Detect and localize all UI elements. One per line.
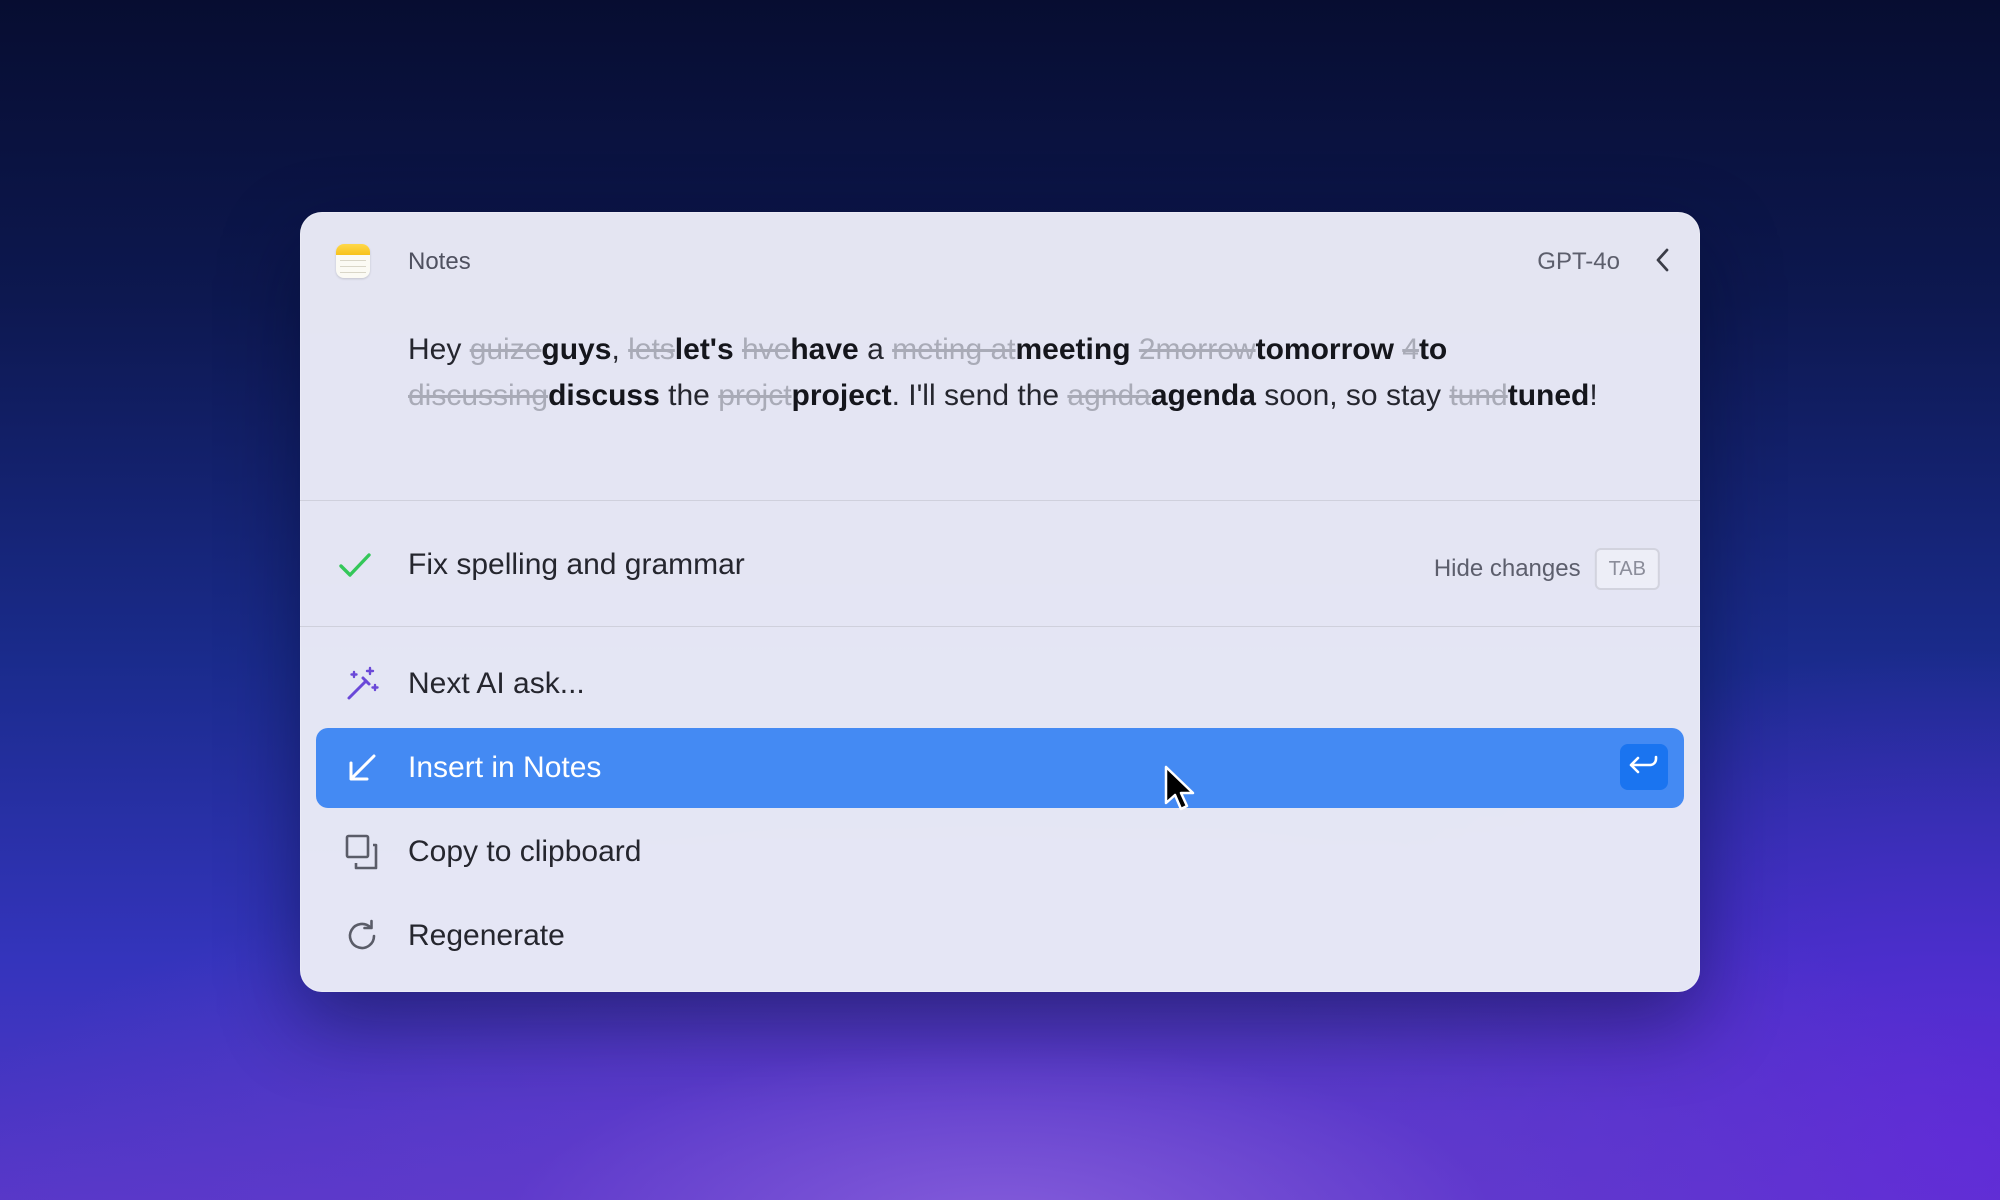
applied-action-row: Fix spelling and grammar Hide changes TA…	[300, 502, 1700, 626]
inserted-text: tomorrow	[1255, 333, 1394, 366]
notes-app-icon	[336, 244, 370, 278]
divider	[300, 500, 1700, 501]
return-icon	[1629, 755, 1658, 774]
menu-item-label: Regenerate	[408, 919, 565, 952]
inserted-text: project	[791, 379, 892, 412]
deleted-text: projct	[718, 379, 792, 412]
copy-to-clipboard-item[interactable]: Copy to clipboard	[316, 812, 1684, 892]
chevron-left-icon	[1656, 248, 1669, 272]
copy-icon	[342, 832, 382, 872]
inserted-text: meeting	[1015, 333, 1131, 366]
menu-item-label: Next AI ask...	[408, 667, 585, 700]
applied-action-label: Fix spelling and grammar	[408, 548, 745, 581]
panel-header: Notes GPT-4o 2	[300, 212, 1700, 307]
inserted-text: to	[1418, 333, 1448, 366]
inserted-text: let's	[674, 333, 734, 366]
menu-item-label: Copy to clipboard	[408, 835, 642, 868]
plain-text	[734, 333, 742, 366]
checkmark-icon	[339, 553, 371, 577]
hide-changes-label: Hide changes	[1433, 555, 1581, 582]
deleted-text: meting at	[892, 333, 1016, 366]
model-selector[interactable]: GPT-4o	[1490, 246, 1620, 278]
app-name: Notes	[408, 248, 471, 275]
plain-text: Hey	[408, 333, 470, 366]
deleted-text: guize	[469, 333, 542, 366]
plain-text: soon, so stay	[1255, 379, 1450, 412]
tab-key-hint: TAB	[1594, 548, 1660, 590]
deleted-text: discussing	[408, 379, 549, 412]
regenerate-item[interactable]: Regenerate	[316, 896, 1684, 976]
magic-wand-icon	[342, 664, 382, 704]
plain-text: ,	[611, 333, 629, 366]
menu-item-label: Insert in Notes	[408, 751, 602, 784]
deleted-text: lets	[628, 333, 675, 366]
plain-text: !	[1589, 379, 1598, 412]
inserted-text: agenda	[1150, 379, 1256, 412]
previous-result-button[interactable]	[1643, 240, 1683, 280]
plain-text	[1394, 333, 1402, 366]
mouse-cursor	[1164, 765, 1195, 811]
deleted-text: 4	[1402, 333, 1419, 366]
inserted-text: have	[790, 333, 859, 366]
next-ai-ask-item[interactable]: Next AI ask...	[316, 644, 1684, 724]
deleted-text: 2morrow	[1138, 333, 1256, 366]
plain-text: . I'll send the	[891, 379, 1068, 412]
arrow-down-left-icon	[342, 748, 382, 788]
inserted-text: guys	[541, 333, 612, 366]
divider	[300, 626, 1700, 627]
insert-in-notes-item[interactable]: Insert in Notes	[316, 728, 1684, 808]
hide-changes-button[interactable]: Hide changes TAB	[1434, 548, 1660, 590]
ai-assistant-panel: Notes GPT-4o 2 Hey guizeguys, let	[300, 212, 1700, 992]
refresh-icon	[342, 916, 382, 956]
plain-text	[1131, 333, 1139, 366]
deleted-text: hve	[741, 333, 791, 366]
deleted-text: tund	[1449, 379, 1508, 412]
plain-text: a	[858, 333, 893, 366]
corrected-text: Hey guizeguys, letslet's hvehave a metin…	[408, 327, 1638, 419]
inserted-text: discuss	[548, 379, 660, 412]
enter-key-badge	[1620, 744, 1668, 790]
deleted-text: agnda	[1067, 379, 1151, 412]
plain-text: the	[659, 379, 719, 412]
inserted-text: tuned	[1507, 379, 1590, 412]
